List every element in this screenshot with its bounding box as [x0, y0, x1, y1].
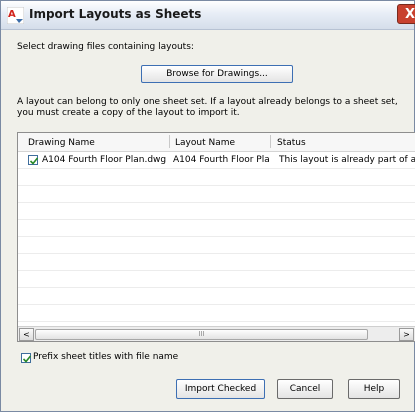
layouts-table: Drawing Name Layout Name Status A104 Fou…: [17, 132, 415, 342]
empty-row: [18, 203, 415, 220]
empty-row: [18, 305, 415, 322]
column-divider[interactable]: [270, 135, 271, 148]
horizontal-scrollbar[interactable]: < III >: [18, 326, 415, 341]
column-header-layout-name[interactable]: Layout Name: [175, 138, 235, 148]
close-button[interactable]: X: [397, 4, 415, 24]
drawing-name-cell: A104 Fourth Floor Plan.dwg: [42, 155, 167, 165]
empty-row: [18, 186, 415, 203]
column-divider[interactable]: [169, 135, 170, 148]
scroll-thumb[interactable]: III: [35, 329, 368, 340]
svg-text:A: A: [8, 9, 16, 20]
prefix-label[interactable]: Prefix sheet titles with file name: [33, 352, 178, 362]
import-checked-button[interactable]: Import Checked: [176, 379, 265, 399]
title-bar[interactable]: A Import Layouts as Sheets X: [1, 1, 415, 30]
help-button[interactable]: Help: [348, 379, 400, 399]
empty-row: [18, 220, 415, 237]
column-header-drawing-name[interactable]: Drawing Name: [28, 138, 95, 148]
status-cell: This layout is already part of a sh: [279, 155, 415, 165]
scroll-left-button[interactable]: <: [19, 328, 34, 341]
table-row[interactable]: A104 Fourth Floor Plan.dwg A104 Fourth F…: [18, 152, 415, 169]
empty-row: [18, 169, 415, 186]
sheet-set-note: A layout can belong to only one sheet se…: [17, 97, 398, 118]
dialog-title: Import Layouts as Sheets: [29, 7, 202, 21]
empty-row: [18, 288, 415, 305]
scroll-right-button[interactable]: >: [399, 328, 414, 341]
empty-row: [18, 237, 415, 254]
checkmark-icon: [29, 157, 39, 165]
cancel-button[interactable]: Cancel: [277, 379, 333, 399]
column-header-status[interactable]: Status: [277, 138, 306, 148]
row-checkbox[interactable]: [28, 155, 39, 165]
layout-name-cell: A104 Fourth Floor Plan: [173, 155, 269, 165]
checkmark-icon: [22, 355, 32, 363]
autocad-app-icon: A: [7, 7, 24, 24]
browse-drawings-button[interactable]: Browse for Drawings...: [141, 65, 293, 83]
empty-row: [18, 271, 415, 288]
table-header: Drawing Name Layout Name Status: [18, 133, 415, 152]
import-layouts-dialog: A Import Layouts as Sheets X Select draw…: [0, 0, 415, 412]
empty-row: [18, 254, 415, 271]
prefix-checkbox[interactable]: [21, 353, 32, 363]
instruction-label: Select drawing files containing layouts:: [17, 42, 194, 52]
